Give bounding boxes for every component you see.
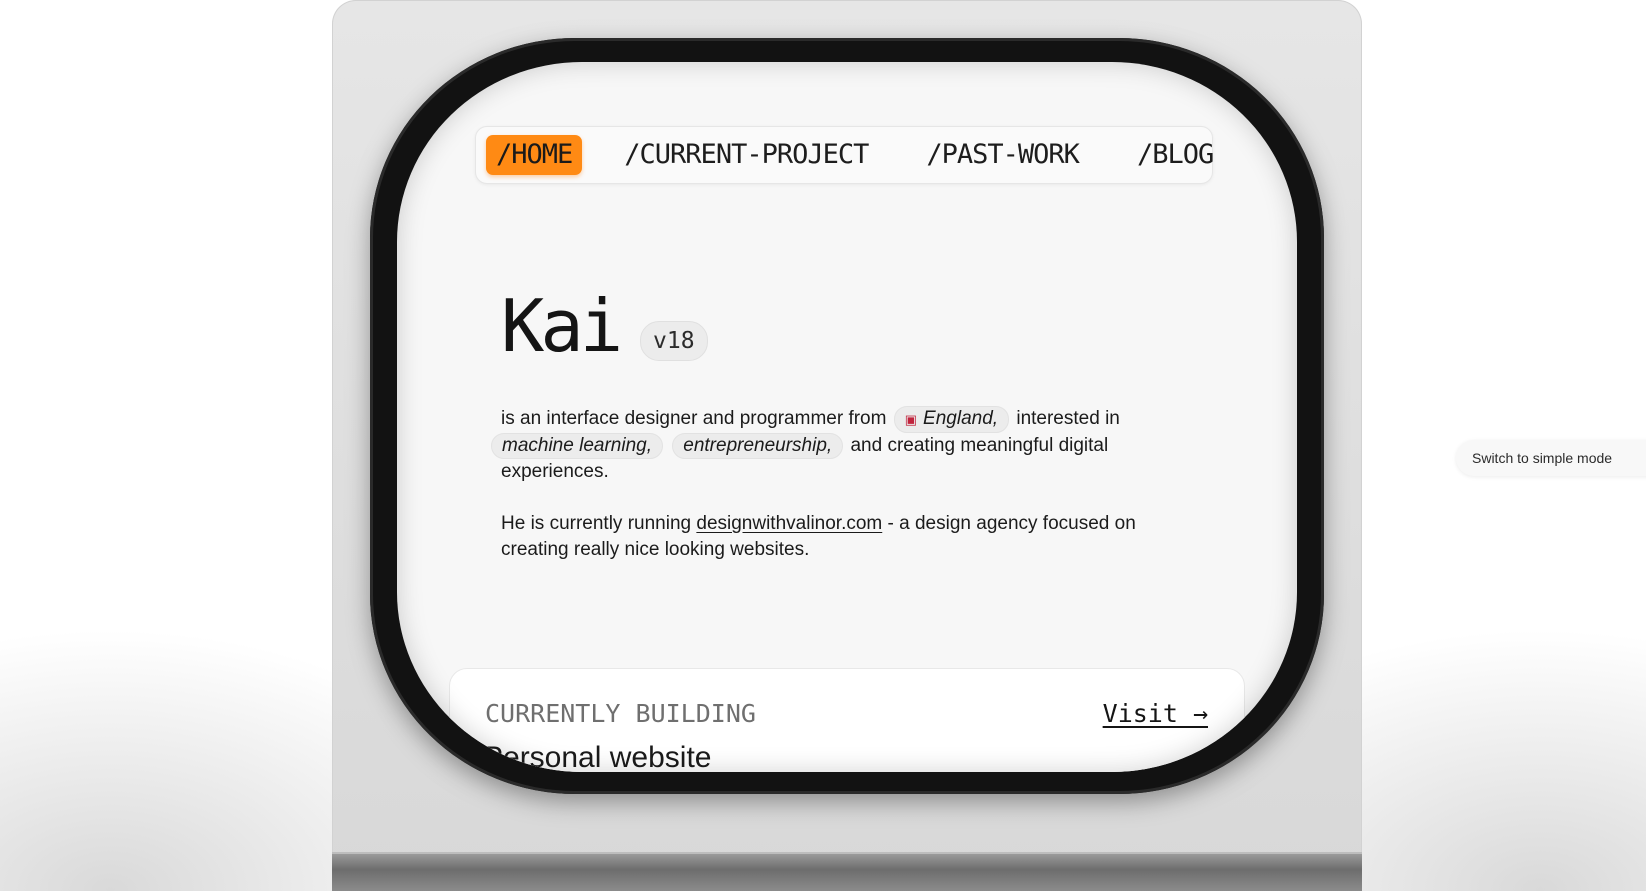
monitor-base	[332, 852, 1362, 891]
location-tag-label: England,	[923, 408, 999, 429]
screen: /HOME /CURRENT-PROJECT /PAST-WORK /BLOG …	[397, 62, 1297, 772]
interest-tag-machine-learning: machine learning,	[491, 433, 663, 459]
main-nav: /HOME /CURRENT-PROJECT /PAST-WORK /BLOG	[475, 126, 1214, 184]
bio-section: is an interface designer and programmer …	[491, 406, 1161, 589]
agency-link[interactable]: designwithvalinor.com	[696, 513, 882, 534]
page: /HOME /CURRENT-PROJECT /PAST-WORK /BLOG …	[0, 0, 1646, 891]
nav-item-past-work[interactable]: /PAST-WORK	[916, 135, 1089, 175]
bio-interested-text: interested in	[1016, 408, 1120, 429]
card-label: CURRENTLY BUILDING	[485, 699, 756, 728]
version-badge: v18	[640, 321, 708, 361]
nav-item-home[interactable]: /HOME	[486, 135, 583, 175]
nav-item-current-project[interactable]: /CURRENT-PROJECT	[614, 135, 878, 175]
switch-mode-button[interactable]: Switch to simple mode	[1456, 440, 1646, 476]
bio-paragraph-2: He is currently running designwithvalino…	[501, 511, 1161, 563]
location-tag: ▣ England,	[893, 406, 1010, 433]
currently-building-card: CURRENTLY BUILDING Visit → Personal webs…	[449, 668, 1245, 772]
bio-paragraph-1: is an interface designer and programmer …	[491, 406, 1161, 485]
visit-link[interactable]: Visit →	[1103, 699, 1208, 728]
nav-item-blog[interactable]: /BLOG	[1127, 135, 1223, 175]
card-title: Personal website	[483, 741, 712, 772]
interest-tag-entrepreneurship: entrepreneurship,	[672, 433, 844, 459]
bio-intro-text: is an interface designer and programmer …	[501, 408, 887, 429]
page-title: Kai	[501, 284, 623, 368]
uk-flag-icon: ▣	[904, 412, 918, 427]
bio-running-prefix: He is currently running	[501, 513, 692, 534]
